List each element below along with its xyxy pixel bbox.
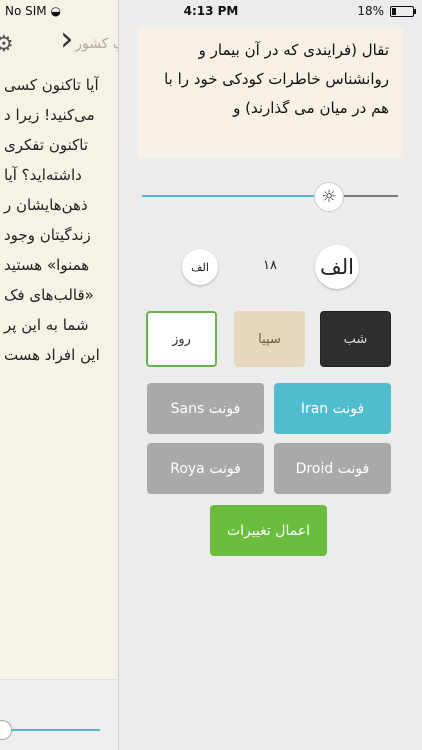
font-sans-button[interactable]: فونت Sans <box>147 383 264 434</box>
reader-line: همنوا» هستید <box>4 256 90 274</box>
book-title: اطرافِ کشور <box>75 36 118 52</box>
page-progress-thumb[interactable] <box>0 720 12 740</box>
text-preview: تقال (فرایندی که در آن بیمار و روانشناس … <box>138 28 403 158</box>
font-iran-button[interactable]: فونت Iran <box>274 383 391 434</box>
apply-changes-button[interactable]: اعمال تغییرات <box>210 505 327 556</box>
battery-icon <box>390 5 416 17</box>
theme-sepia-button[interactable]: سپیا <box>234 311 305 367</box>
status-bar: No SIM ◒ 4:13 PM 18% <box>0 0 422 22</box>
reader-footer <box>0 679 118 750</box>
theme-night-button[interactable]: شب <box>320 311 391 367</box>
reader-line: این افراد هست <box>4 346 100 364</box>
settings-panel: تقال (فرایندی که در آن بیمار و روانشناس … <box>119 0 422 750</box>
decrease-font-button[interactable]: الف <box>182 249 218 285</box>
font-size-control: الف ۱۸ الف <box>119 242 422 292</box>
reader-line: می‌کنید! زیرا د <box>4 106 95 124</box>
brightness-track-filled <box>142 195 320 197</box>
theme-day-button[interactable]: روز <box>146 311 217 367</box>
gear-icon[interactable]: ⚙ <box>0 32 14 57</box>
reader-line: داشته‌اید؟ آیا <box>4 166 82 184</box>
reader-line: آیا تاکنون کسی <box>4 76 99 94</box>
reader-line: «قالب‌های فک <box>4 286 94 304</box>
font-droid-button[interactable]: فونت Droid <box>274 443 391 494</box>
page-progress-track[interactable] <box>0 729 100 731</box>
font-roya-button[interactable]: فونت Roya <box>147 443 264 494</box>
reader-line: ذهن‌هایشان ر <box>4 196 88 214</box>
reader-line: شما به این پر <box>4 316 89 334</box>
chevron-right-icon[interactable]: › <box>60 22 74 56</box>
battery-percent: 18% <box>357 4 384 18</box>
reader-text: آیا تاکنون کسی می‌کنید! زیرا د تاکنون تفکر… <box>0 70 118 370</box>
reader-line: زندگیتان وجود <box>4 226 91 244</box>
brightness-slider[interactable]: ☼ <box>142 182 398 212</box>
sun-icon[interactable]: ☼ <box>314 182 344 212</box>
increase-font-button[interactable]: الف <box>315 245 359 289</box>
reader-page[interactable]: ⚙ اطرافِ کشور › آیا تاکنون کسی می‌کنید! ز… <box>0 0 119 750</box>
reader-line: تاکنون تفکری <box>4 136 89 154</box>
font-size-value: ۱۸ <box>263 258 277 273</box>
